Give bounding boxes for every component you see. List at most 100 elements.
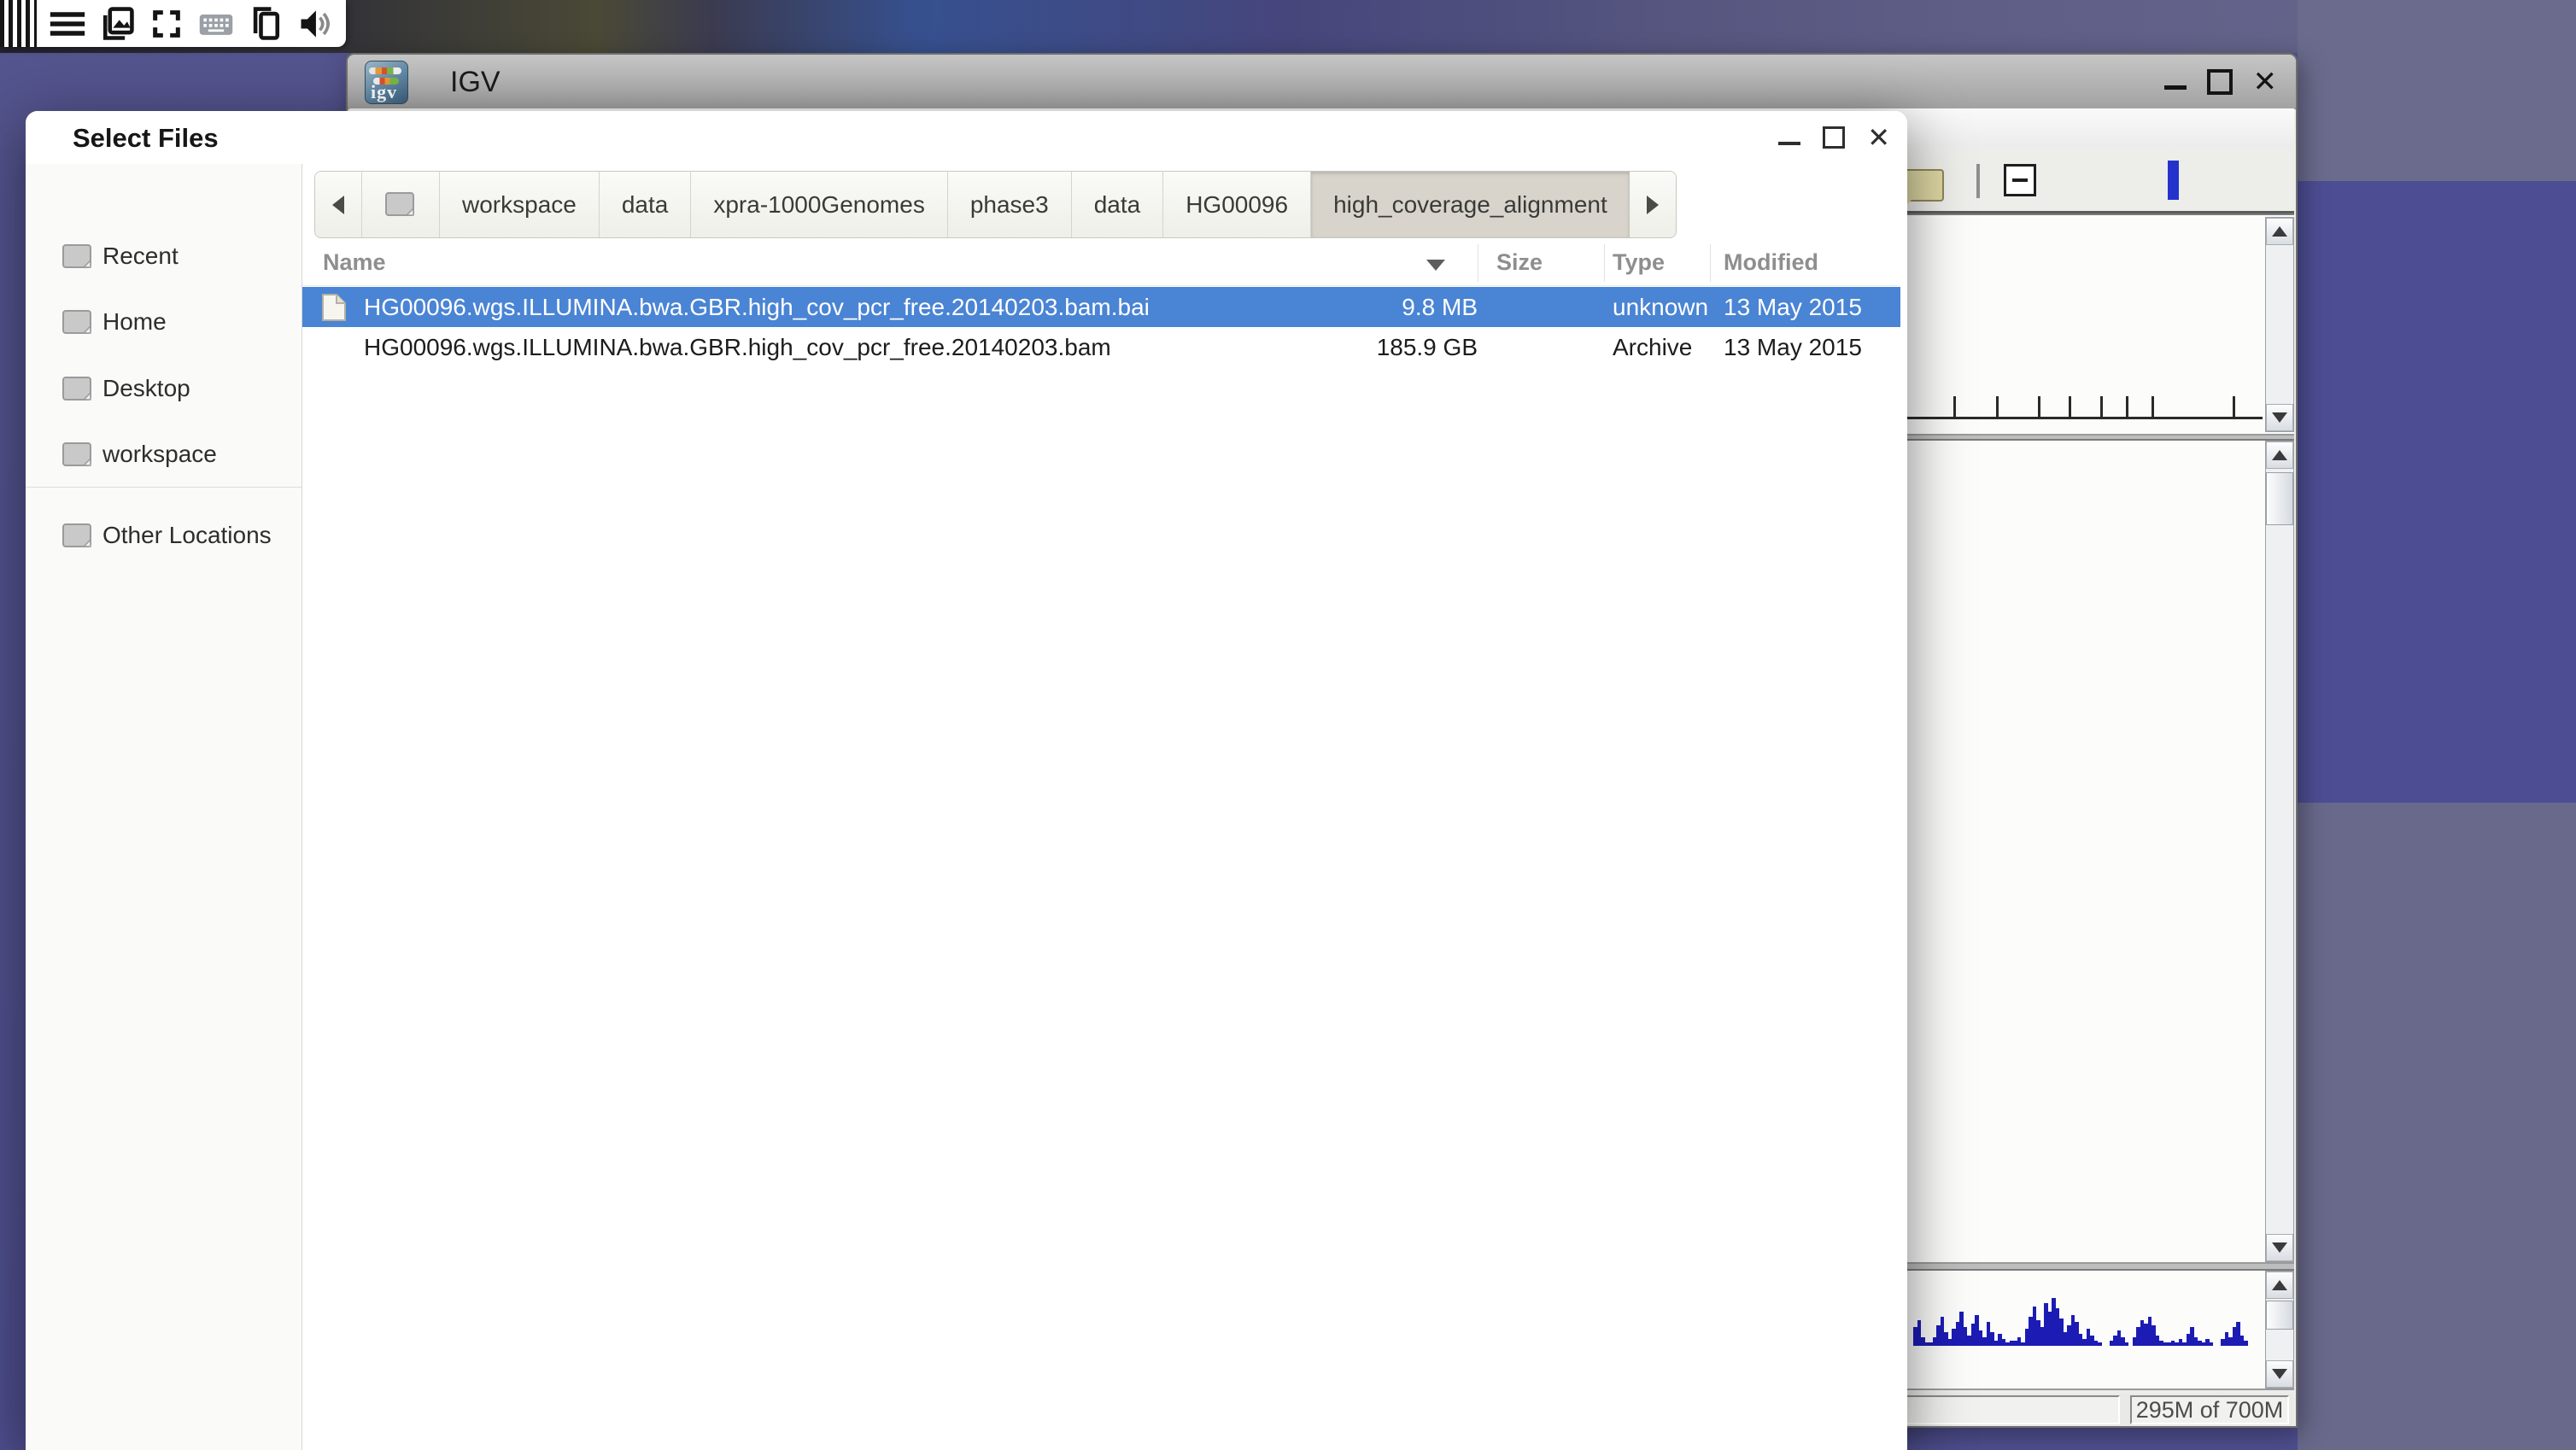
column-header-size[interactable]: Size (1496, 249, 1543, 276)
arrow-down-icon (2272, 1242, 2287, 1253)
images-icon[interactable] (98, 5, 136, 43)
igv-window-title: IGV (450, 66, 501, 99)
coverage-bar (2244, 1341, 2248, 1346)
ruler-tick (2152, 396, 2154, 417)
path-back-button[interactable] (315, 172, 362, 237)
igv-icon-label: igv (371, 81, 397, 103)
path-segment-xpra-1000Genomes[interactable]: xpra-1000Genomes (691, 172, 947, 237)
coverage-bar (2210, 1342, 2214, 1346)
file-list-header: Name Size Type Modified (302, 241, 1900, 286)
memory-usage-text: 295M of 700M (2136, 1397, 2284, 1424)
path-segment-data[interactable]: data (1072, 172, 1164, 237)
coverage-panel-scrollbar[interactable] (2265, 1271, 2294, 1389)
chromosome-panel-scrollbar[interactable] (2265, 217, 2294, 432)
scrollbar-thumb[interactable] (2266, 472, 2293, 525)
ruler-tick (2126, 396, 2128, 417)
minus-glyph (2012, 178, 2028, 182)
location-placeholder-icon (61, 243, 94, 276)
fullscreen-icon[interactable] (148, 5, 185, 43)
scroll-down-button[interactable] (2266, 1234, 2293, 1261)
column-header-type[interactable]: Type (1613, 249, 1665, 276)
path-forward-button[interactable] (1630, 172, 1676, 237)
scroll-down-button[interactable] (2266, 1360, 2293, 1388)
igv-maximize-button[interactable] (2207, 69, 2233, 95)
file-size: 185.9 GB (1367, 334, 1478, 361)
select-files-dialog: Select Files ✕ Recent Home Desktop workspac… (26, 111, 1907, 1450)
sidebar-item-label: Recent (102, 243, 179, 270)
copy-icon[interactable] (247, 5, 284, 43)
desktop-right-band-top (2298, 0, 2576, 181)
igv-titlebar[interactable]: igv IGV ✕ (348, 55, 2296, 109)
zoom-out-region-icon[interactable] (2004, 164, 2036, 196)
keyboard-icon[interactable] (197, 5, 235, 43)
path-segment-phase3[interactable]: phase3 (948, 172, 1072, 237)
dialog-minimize-button[interactable] (1778, 142, 1800, 145)
ruler-tick (2100, 396, 2103, 417)
arrow-up-icon (2272, 226, 2287, 237)
path-segment-workspace[interactable]: workspace (440, 172, 600, 237)
menu-icon[interactable] (49, 5, 86, 43)
dialog-title: Select Files (73, 123, 219, 154)
speaker-icon[interactable] (296, 5, 334, 43)
sidebar-item-desktop[interactable]: Desktop (26, 363, 302, 414)
arrow-left-icon (332, 196, 344, 214)
coverage-bar (2125, 1342, 2129, 1346)
igv-app-icon: igv (365, 61, 408, 104)
dialog-close-button[interactable]: ✕ (1867, 123, 1890, 152)
file-name: HG00096.wgs.ILLUMINA.bwa.GBR.high_cov_pc… (364, 334, 1111, 361)
dialog-titlebar[interactable]: Select Files ✕ (26, 111, 1907, 165)
ruler-tick (1953, 396, 1956, 417)
drive-placeholder-icon (384, 190, 417, 219)
path-segment-data[interactable]: data (600, 172, 692, 237)
tray-toolbar (0, 0, 346, 47)
sidebar-item-home[interactable]: Home (26, 296, 302, 348)
igv-window-controls: ✕ (2164, 55, 2278, 108)
column-header-modified[interactable]: Modified (1724, 249, 1818, 276)
sidebar-item-label: Home (102, 308, 167, 336)
arrow-down-icon (2272, 1369, 2287, 1379)
file-name: HG00096.wgs.ILLUMINA.bwa.GBR.high_cov_pc… (364, 294, 1150, 321)
zoom-slider-marker[interactable] (2168, 161, 2179, 200)
location-placeholder-icon (61, 522, 94, 555)
location-placeholder-icon (61, 308, 94, 342)
igv-close-button[interactable]: ✕ (2253, 67, 2278, 96)
memory-indicator: 295M of 700M (2130, 1395, 2289, 1424)
column-header-name[interactable]: Name (323, 249, 386, 276)
file-size: 9.8 MB (1367, 294, 1478, 321)
dialog-maximize-button[interactable] (1823, 126, 1845, 149)
desktop-right-band-bottom (2298, 803, 2576, 1450)
track-panel-scrollbar[interactable] (2265, 441, 2294, 1262)
igv-minimize-button[interactable] (2164, 85, 2187, 90)
ruler-tick (2069, 396, 2071, 417)
file-row[interactable]: HG00096.wgs.ILLUMINA.bwa.GBR.high_cov_pc… (302, 327, 1900, 367)
location-placeholder-icon (61, 441, 94, 474)
scroll-down-button[interactable] (2266, 404, 2293, 431)
path-segment-HG00096[interactable]: HG00096 (1163, 172, 1311, 237)
scroll-up-button[interactable] (2266, 218, 2293, 245)
sidebar-divider (26, 487, 302, 488)
dialog-window-controls: ✕ (1778, 111, 1890, 164)
sidebar-item-label: Other Locations (102, 522, 272, 549)
path-segment-high_coverage_alignment[interactable]: high_coverage_alignment (1311, 172, 1630, 237)
sidebar-item-recent[interactable]: Recent (26, 231, 302, 282)
igv-icon-chromosome-bar (369, 67, 401, 74)
sidebar-item-workspace[interactable]: workspace (26, 429, 302, 480)
arrow-right-icon (1647, 196, 1659, 214)
grip-handle-icon[interactable] (0, 0, 37, 47)
sort-descending-icon[interactable] (1426, 260, 1445, 271)
sidebar-item-label: Desktop (102, 375, 190, 402)
scrollbar-thumb[interactable] (2266, 1301, 2293, 1330)
ruler-tick (1996, 396, 1999, 417)
ruler-tick (2038, 396, 2040, 417)
scroll-up-button[interactable] (2266, 1272, 2293, 1299)
sidebar-item-other-locations[interactable]: Other Locations (26, 510, 302, 561)
dialog-sidebar: Recent Home Desktop workspace Other Locatio… (26, 164, 302, 1450)
drive-button[interactable] (362, 172, 440, 237)
arrow-down-icon (2272, 412, 2287, 423)
scroll-up-button[interactable] (2266, 441, 2293, 469)
file-type: unknown (1613, 294, 1708, 321)
file-row[interactable]: HG00096.wgs.ILLUMINA.bwa.GBR.high_cov_pc… (302, 287, 1900, 327)
ruler-tick (2233, 396, 2235, 417)
desktop-right-band-middle (2298, 181, 2576, 803)
dialog-file-area: workspacedataxpra-1000Genomesphase3dataH… (302, 164, 1907, 1450)
